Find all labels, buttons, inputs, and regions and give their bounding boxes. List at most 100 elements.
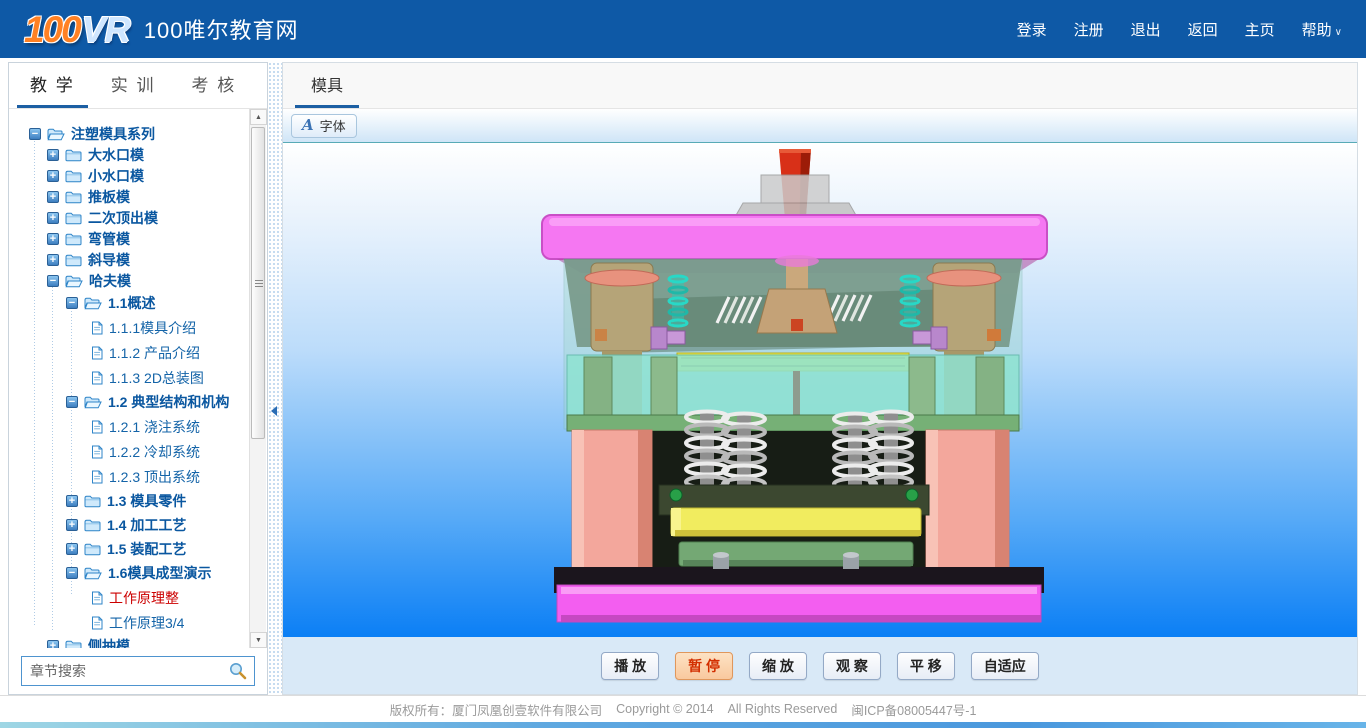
tree-item-label[interactable]: 1.1.2 产品介绍 — [109, 343, 200, 363]
tree-item-label[interactable]: 大水口模 — [88, 145, 144, 165]
tree-item-label[interactable]: 1.4 加工工艺 — [107, 515, 186, 535]
expand-icon[interactable]: + — [47, 170, 59, 182]
tree-item-label[interactable]: 1.6模具成型演示 — [108, 563, 211, 583]
expand-icon[interactable]: + — [47, 254, 59, 266]
tree-item-label[interactable]: 斜导模 — [88, 250, 130, 270]
expand-icon[interactable]: + — [66, 495, 78, 507]
file-icon — [91, 445, 103, 459]
collapse-icon[interactable]: − — [66, 567, 78, 579]
nav-label: 帮助 — [1302, 22, 1332, 39]
tree-item: +1.3 模具零件 — [19, 489, 247, 513]
tree-item: + 弯管模 — [19, 228, 247, 249]
file-icon — [91, 346, 103, 360]
tree-item-label[interactable]: 1.3 模具零件 — [107, 491, 186, 511]
tree-item-label[interactable]: 1.1.1模具介绍 — [109, 318, 196, 338]
tree-item-label[interactable]: 哈夫模 — [89, 271, 131, 291]
tree-item-label[interactable]: 二次顶出模 — [88, 208, 158, 228]
collapse-icon[interactable]: − — [47, 275, 59, 287]
sidebar-tab-training[interactable]: 实 训 — [98, 63, 169, 108]
tree-item-label[interactable]: 工作原理3/4 — [109, 613, 184, 633]
pause-button[interactable]: 暂 停 — [675, 652, 733, 680]
logo[interactable]: 100 VR — [24, 11, 130, 48]
nav-help[interactable]: 帮助∨ — [1302, 19, 1342, 40]
tree-item-label[interactable]: 工作原理整 — [109, 588, 179, 608]
sidebar-tab-teaching[interactable]: 教 学 — [17, 63, 88, 108]
folder-open-icon — [84, 296, 102, 310]
viewer-3d[interactable] — [283, 143, 1357, 637]
tree-item-label[interactable]: 侧抽模 — [88, 636, 130, 649]
play-button[interactable]: 播 放 — [601, 652, 659, 680]
collapse-arrow-icon[interactable] — [271, 406, 277, 416]
nav-home[interactable]: 主页 — [1245, 19, 1275, 40]
thumb-grip-icon — [255, 283, 263, 284]
scrollbar-thumb[interactable] — [251, 127, 265, 439]
tree-item-label[interactable]: 1.5 装配工艺 — [107, 539, 186, 559]
folder-icon — [65, 190, 82, 204]
observe-button[interactable]: 观 察 — [823, 652, 881, 680]
expand-icon[interactable]: + — [47, 191, 59, 203]
nav-logout[interactable]: 退出 — [1131, 19, 1161, 40]
main-panel: 模具 A 字体 — [282, 62, 1358, 695]
tree-item: 1.2.3 顶出系统 — [19, 464, 247, 489]
collapse-icon[interactable]: − — [66, 297, 78, 309]
top-nav: 登录 注册 退出 返回 主页 帮助∨ — [1017, 19, 1342, 40]
tree-item: + 侧抽模 — [19, 635, 247, 648]
expand-icon[interactable]: + — [47, 233, 59, 245]
folder-open-icon — [84, 395, 102, 409]
expand-icon[interactable]: + — [47, 212, 59, 224]
pan-button[interactable]: 平 移 — [897, 652, 955, 680]
tree-item-label[interactable]: 弯管模 — [88, 229, 130, 249]
tree-item: 1.2.2 冷却系统 — [19, 439, 247, 464]
folder-icon — [84, 518, 101, 532]
nav-label: 注册 — [1074, 22, 1104, 39]
nav-back[interactable]: 返回 — [1188, 19, 1218, 40]
tab-mold[interactable]: 模具 — [295, 64, 359, 108]
sidebar-splitter[interactable] — [268, 62, 282, 695]
mold-support-plate — [567, 415, 1019, 431]
search-icon[interactable] — [229, 662, 247, 685]
tree-item-label[interactable]: 小水口模 — [88, 166, 144, 186]
tree-item: + 斜导模 — [19, 249, 247, 270]
copyright-cn: 版权所有：厦门凤凰创壹软件有限公司 — [390, 700, 603, 719]
search-input[interactable] — [21, 656, 255, 686]
tree-item: − 1.6模具成型演示 — [19, 561, 247, 585]
font-button-label: 字体 — [320, 116, 346, 135]
bottom-strip — [0, 722, 1366, 728]
tree-item-label[interactable]: 推板模 — [88, 187, 130, 207]
nav-register[interactable]: 注册 — [1074, 19, 1104, 40]
font-icon: A — [302, 118, 314, 133]
nav-label: 返回 — [1188, 22, 1218, 39]
tree-item: − 注塑模具系列 — [19, 123, 247, 144]
scroll-up-icon[interactable]: ▲ — [250, 109, 267, 125]
nav-login[interactable]: 登录 — [1017, 19, 1047, 40]
tree-item-label[interactable]: 1.1概述 — [108, 293, 155, 313]
expand-icon[interactable]: + — [47, 149, 59, 161]
rights-text: All Rights Reserved — [728, 702, 838, 716]
collapse-icon[interactable]: − — [66, 396, 78, 408]
tree-item: 1.1.2 产品介绍 — [19, 340, 247, 365]
tree-item-label[interactable]: 注塑模具系列 — [71, 124, 155, 144]
tree-item: 工作原理整 — [19, 585, 247, 610]
tree-scrollbar[interactable]: ▲ ▼ — [249, 109, 266, 648]
expand-icon[interactable]: + — [66, 543, 78, 555]
sidebar-tab-assessment[interactable]: 考 核 — [178, 63, 249, 108]
tree-item-label[interactable]: 1.1.3 2D总装图 — [109, 368, 204, 388]
file-icon — [91, 470, 103, 484]
logo-100-text: 100 — [24, 11, 80, 48]
tree-item-label[interactable]: 1.2.1 浇注系统 — [109, 417, 200, 437]
chapter-search — [9, 648, 267, 694]
fit-button[interactable]: 自适应 — [971, 652, 1039, 680]
expand-icon[interactable]: + — [47, 640, 59, 649]
font-button[interactable]: A 字体 — [291, 114, 357, 138]
tree-item-label[interactable]: 1.2 典型结构和机构 — [108, 392, 229, 412]
folder-icon — [65, 639, 82, 649]
expand-icon[interactable]: + — [66, 519, 78, 531]
tree-item-label[interactable]: 1.2.2 冷却系统 — [109, 442, 200, 462]
folder-open-icon — [65, 274, 83, 288]
viewer-toolbar: A 字体 — [283, 109, 1357, 143]
tree-item-label[interactable]: 1.2.3 顶出系统 — [109, 467, 200, 487]
scroll-down-icon[interactable]: ▼ — [250, 632, 267, 648]
collapse-icon[interactable]: − — [29, 128, 41, 140]
zoom-button[interactable]: 缩 放 — [749, 652, 807, 680]
course-tree-container: −注塑模具系列+大水口模+小水口模+推板模+二次顶出模+弯管模+斜导模−哈夫模−… — [9, 109, 267, 648]
